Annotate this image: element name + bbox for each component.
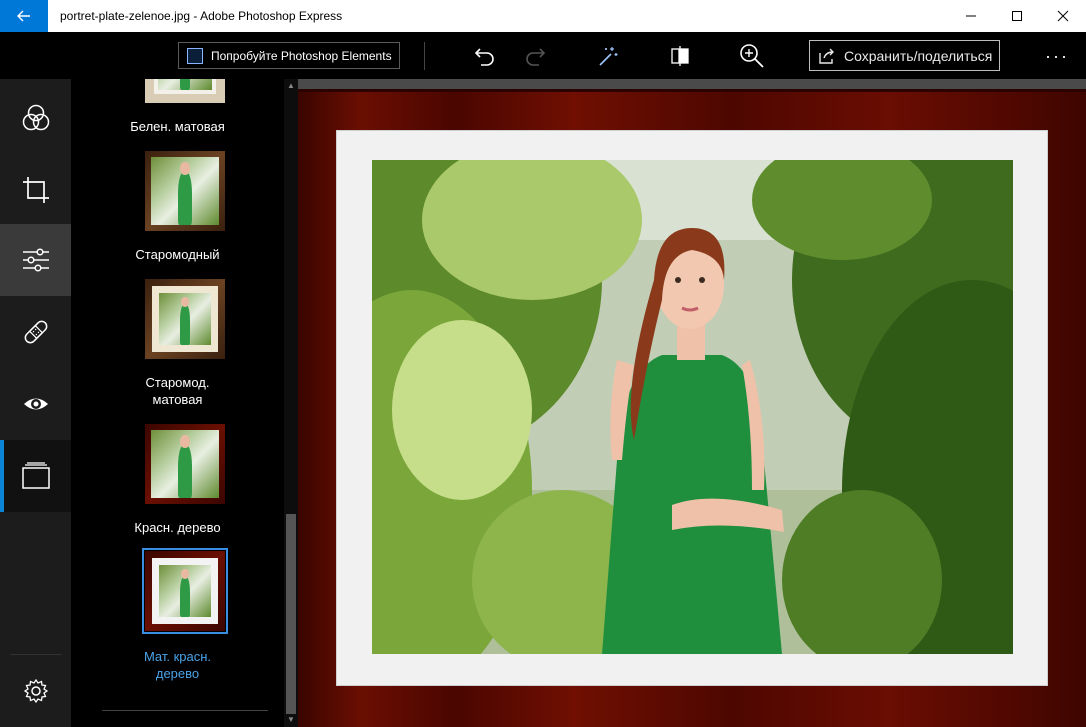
toolbar: Попробуйте Photoshop Elements Сохранить/… (0, 32, 1086, 79)
portrait-image (372, 160, 1013, 654)
close-button[interactable] (1040, 0, 1086, 32)
frame-thumbnail (145, 424, 225, 504)
eye-icon (23, 398, 48, 410)
frames-icon (21, 462, 50, 489)
redo-button[interactable] (522, 43, 548, 69)
redo-icon (526, 48, 546, 66)
frame-thumbnail (145, 151, 225, 231)
scroll-down-icon[interactable]: ▼ (286, 715, 296, 725)
rail-item-looks[interactable] (0, 82, 71, 154)
frame-label-selected: Мат. красн. дерево (143, 649, 212, 681)
panel-scrollbar[interactable]: ▲ ▼ (284, 79, 298, 727)
frame-matte (336, 130, 1048, 686)
zoom-icon (740, 44, 764, 68)
undo-icon (474, 48, 494, 66)
frame-thumbnail (145, 279, 225, 359)
image-canvas[interactable] (298, 79, 1086, 727)
save-share-label: Сохранить/поделиться (844, 47, 993, 64)
rail-item-settings[interactable] (0, 655, 71, 727)
try-elements-button[interactable]: Попробуйте Photoshop Elements (178, 42, 400, 69)
window-title: portret-plate-zelenoe.jpg - Adobe Photos… (60, 9, 343, 23)
save-share-button[interactable]: Сохранить/поделиться (809, 40, 1000, 71)
frame-label: Белен. матовая (130, 119, 225, 134)
crop-icon (22, 177, 49, 203)
title-bar: portret-plate-zelenoe.jpg - Adobe Photos… (0, 0, 1086, 32)
rail-item-adjustments[interactable] (0, 224, 71, 296)
bandage-icon (24, 320, 47, 344)
close-icon (1057, 10, 1069, 22)
share-icon (819, 48, 834, 64)
try-elements-label: Попробуйте Photoshop Elements (211, 48, 392, 63)
frame-label: Красн. дерево (134, 520, 221, 535)
zoom-button[interactable] (739, 43, 765, 69)
frame-thumbnail (145, 79, 225, 103)
minimize-button[interactable] (948, 0, 994, 32)
compare-icon (671, 46, 689, 66)
scroll-up-icon[interactable]: ▲ (286, 81, 296, 91)
more-options-button[interactable]: ··· (1040, 44, 1074, 68)
magic-wand-icon (599, 47, 618, 66)
maximize-button[interactable] (994, 0, 1040, 32)
minimize-icon (966, 15, 976, 17)
panel-divider (102, 710, 268, 711)
scrollbar-thumb[interactable] (286, 514, 296, 714)
rail-item-crop[interactable] (0, 154, 71, 226)
portrait-photo (372, 160, 1013, 654)
rail-item-heal[interactable] (0, 296, 71, 368)
looks-icon (22, 104, 49, 131)
toolbar-divider (424, 42, 425, 70)
frame-label: Старомодный (135, 247, 220, 262)
settings-icon (23, 678, 48, 704)
auto-fix-button[interactable] (595, 43, 621, 69)
frame-thumbnail-selected (142, 548, 228, 634)
active-indicator (0, 440, 4, 512)
adjustments-icon (22, 248, 49, 272)
photoshop-elements-logo-icon (187, 47, 203, 64)
tool-rail (0, 79, 71, 727)
maximize-icon (1012, 11, 1022, 21)
frame-label: Старомод. матовая (145, 375, 210, 407)
compare-button[interactable] (667, 43, 693, 69)
redwood-frame (298, 89, 1086, 727)
rail-item-red-eye[interactable] (0, 368, 71, 440)
back-button[interactable] (0, 0, 48, 32)
undo-button[interactable] (472, 43, 498, 69)
frames-panel: Белен. матовая Старомодный Старомод. мат… (71, 79, 284, 727)
rail-item-frames[interactable] (0, 440, 71, 512)
back-arrow-icon (17, 10, 30, 22)
